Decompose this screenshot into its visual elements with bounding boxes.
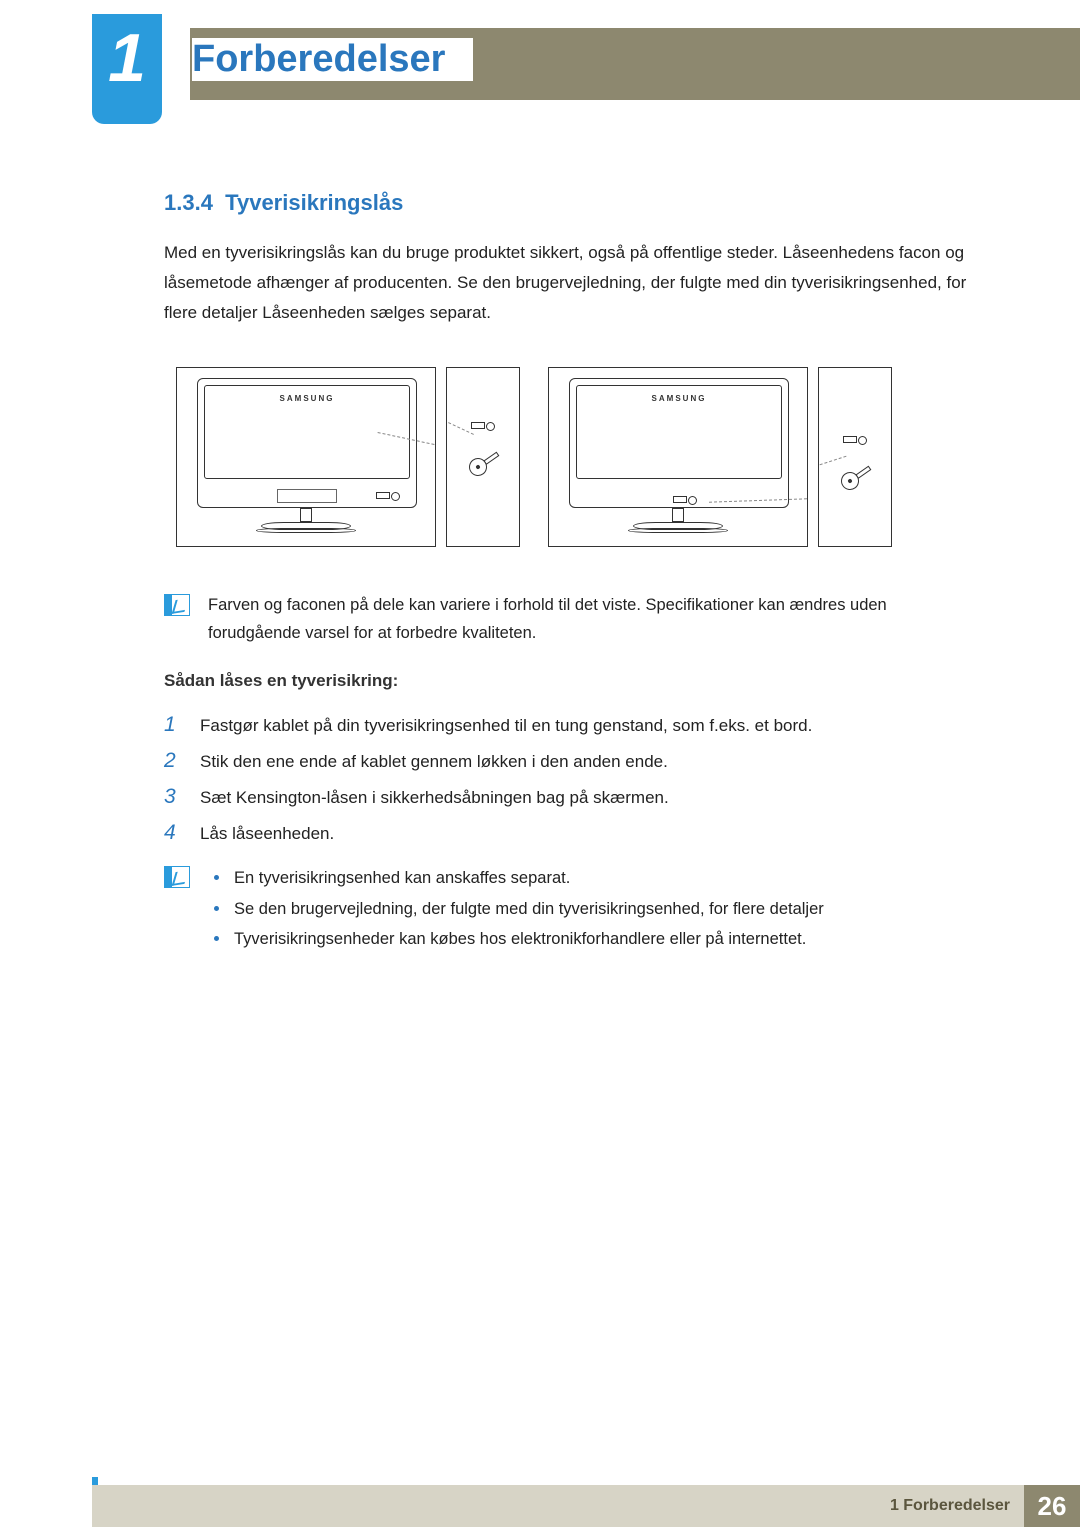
note-block-1: Farven og faconen på dele kan variere i … [164,591,980,647]
note-text-1: Farven og faconen på dele kan variere i … [208,591,980,647]
zoom-diagram-2 [818,367,892,547]
section-heading: 1.3.4 Tyverisikringslås [164,190,980,216]
note-icon [164,866,190,888]
footer-label: 1 Forberedelser [890,1497,1010,1515]
step-number: 3 [164,785,184,809]
monitor-brand: SAMSUNG [280,394,335,403]
step-number: 1 [164,713,184,737]
section-number: 1.3.4 [164,190,213,215]
bullet-item: Tyverisikringsenheder kan købes hos elek… [208,924,824,955]
chapter-number-tab: 1 [92,14,162,124]
step-list: 1 Fastgør kablet på din tyverisikringsenh… [164,707,980,851]
footer-bar: 1 Forberedelser 26 [92,1485,1080,1527]
page-number: 26 [1024,1485,1080,1527]
note-block-2: En tyverisikringsenhed kan anskaffes sep… [164,863,980,955]
chapter-number: 1 [108,24,146,92]
step-item: 4 Lås låseenheden. [164,815,980,851]
footer-accent [92,1477,98,1485]
step-item: 3 Sæt Kensington-låsen i sikkerhedsåbning… [164,779,980,815]
zoom-diagram-1 [446,367,520,547]
step-text: Lås låseenheden. [200,824,334,844]
step-number: 2 [164,749,184,773]
chapter-title: Forberedelser [192,38,473,81]
section-intro: Med en tyverisikringslås kan du bruge pr… [164,238,980,327]
page-footer: 1 Forberedelser 26 [0,1477,1080,1527]
figure-left: SAMSUNG [176,367,520,547]
figure-right: SAMSUNG [548,367,892,547]
step-text: Stik den ene ende af kablet gennem løkke… [200,752,668,772]
section-title: Tyverisikringslås [225,190,403,215]
step-text: Fastgør kablet på din tyverisikringsenhe… [200,716,812,736]
howto-heading: Sådan låses en tyverisikring: [164,671,980,691]
monitor-diagram-2: SAMSUNG [548,367,808,547]
monitor-brand: SAMSUNG [652,394,707,403]
step-item: 1 Fastgør kablet på din tyverisikringsenh… [164,707,980,743]
bullet-list: En tyverisikringsenhed kan anskaffes sep… [208,863,824,955]
step-item: 2 Stik den ene ende af kablet gennem løkk… [164,743,980,779]
illustration-row: SAMSUNG SAMSUNG [164,367,980,547]
bullet-item: Se den brugervejledning, der fulgte med … [208,894,824,925]
monitor-diagram-1: SAMSUNG [176,367,436,547]
bullet-item: En tyverisikringsenhed kan anskaffes sep… [208,863,824,894]
step-text: Sæt Kensington-låsen i sikkerhedsåbninge… [200,788,669,808]
main-content: 1.3.4 Tyverisikringslås Med en tyverisik… [164,190,980,979]
step-number: 4 [164,821,184,845]
note-icon [164,594,190,616]
